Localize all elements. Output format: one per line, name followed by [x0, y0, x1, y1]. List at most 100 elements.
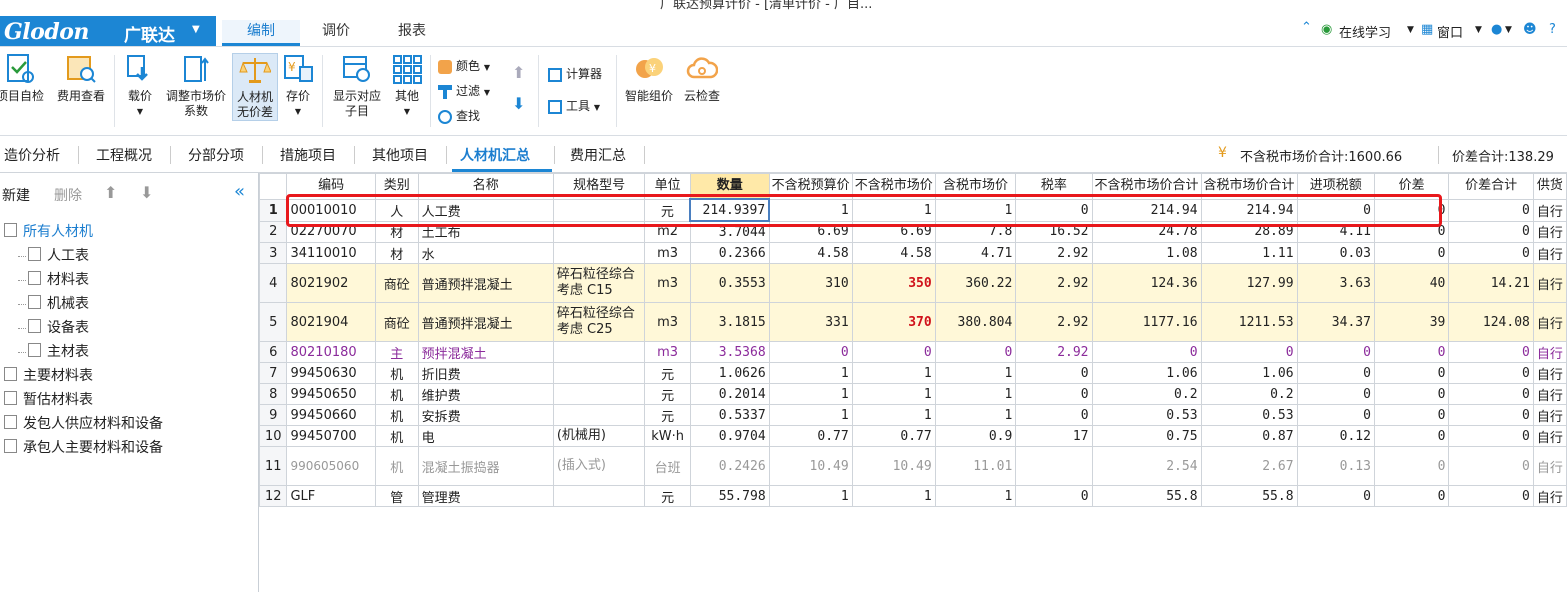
cell-unit[interactable]: kW·h — [644, 425, 691, 447]
move-down-icon[interactable]: ⬇ — [140, 183, 153, 202]
cell-budget[interactable]: 331 — [768, 302, 853, 342]
cell-tax-market[interactable]: 1 — [934, 383, 1017, 405]
cell-tax-sum[interactable]: 1.11 — [1200, 242, 1298, 264]
cell-code[interactable]: 990605060 — [286, 446, 376, 486]
tree-item[interactable]: 材料表 — [18, 269, 89, 289]
cell-tax-market[interactable]: 7.8 — [934, 220, 1017, 243]
filter-button[interactable]: 过滤 ▼ — [438, 82, 490, 99]
cell-market-sum[interactable]: 124.36 — [1091, 263, 1202, 303]
collapse-panel-icon[interactable]: « — [234, 181, 245, 202]
cell-name[interactable]: 管理费 — [417, 485, 554, 507]
cell-diff[interactable]: 0 — [1373, 220, 1450, 243]
cell-market-sum[interactable]: 1.06 — [1091, 362, 1202, 384]
cell-qty[interactable]: 0.2014 — [689, 383, 770, 405]
cell-type[interactable]: 机 — [374, 404, 419, 426]
cell-rate[interactable]: 2.92 — [1015, 302, 1093, 342]
cell-budget[interactable]: 1 — [768, 404, 853, 426]
cell-tax-sum[interactable]: 2.67 — [1200, 446, 1298, 486]
cell-budget[interactable]: 0.77 — [768, 425, 853, 447]
cell-unit[interactable]: 元 — [644, 198, 691, 222]
header-tax-rate[interactable]: 税率 — [1015, 173, 1093, 200]
tab-other-items[interactable]: 其他项目 — [372, 145, 428, 165]
tab-sub-items[interactable]: 分部分项 — [188, 145, 244, 165]
cell-code[interactable]: 02270070 — [286, 220, 376, 243]
row-number[interactable]: 11 — [259, 446, 288, 486]
cell-name[interactable]: 维护费 — [417, 383, 554, 405]
cell-diff-sum[interactable]: 0 — [1448, 242, 1534, 264]
tree-item[interactable]: 主要材料表 — [4, 365, 93, 385]
cell-input-tax[interactable]: 0 — [1296, 404, 1375, 426]
cell-rate[interactable]: 2.92 — [1015, 242, 1093, 264]
cell-qty[interactable]: 3.7044 — [689, 220, 770, 243]
row-number[interactable]: 2 — [259, 220, 288, 243]
cell-code[interactable]: 8021902 — [286, 263, 376, 303]
cloud-check-button[interactable]: 云检查 — [680, 53, 724, 104]
cell-code[interactable]: 99450630 — [286, 362, 376, 384]
cell-supply[interactable]: 自行 — [1532, 362, 1567, 384]
cell-qty[interactable]: 55.798 — [689, 485, 770, 507]
arrow-up-icon[interactable]: ⬆ — [512, 63, 525, 82]
header-unit[interactable]: 单位 — [644, 173, 691, 200]
tree-item[interactable]: 主材表 — [18, 341, 89, 361]
load-price-button[interactable]: 载价 ▼ — [120, 53, 160, 119]
cell-name[interactable]: 安拆费 — [417, 404, 554, 426]
cell-rate[interactable]: 0 — [1015, 362, 1093, 384]
cell-diff-sum[interactable]: 0 — [1448, 404, 1534, 426]
cell-unit[interactable]: 台班 — [644, 446, 691, 486]
cell-name[interactable]: 水 — [417, 242, 554, 264]
cell-qty[interactable]: 3.5368 — [689, 341, 770, 363]
cell-name[interactable]: 电 — [417, 425, 554, 447]
cell-spec[interactable]: 碎石粒径综合考虑 C25 — [552, 302, 646, 342]
cell-budget[interactable]: 4.58 — [768, 242, 853, 264]
cell-type[interactable]: 材 — [374, 242, 419, 264]
cell-tax-sum[interactable]: 0.2 — [1200, 383, 1298, 405]
cell-qty[interactable]: 1.0626 — [689, 362, 770, 384]
cell-tax-market[interactable]: 1 — [934, 404, 1017, 426]
header-market-price[interactable]: 不含税市场价 — [851, 173, 936, 200]
fee-view-button[interactable]: 费用查看 — [54, 53, 108, 104]
tree-item[interactable]: 所有人材机 — [4, 221, 93, 241]
cell-code[interactable]: 99450650 — [286, 383, 376, 405]
cell-tax-market[interactable]: 380.804 — [934, 302, 1017, 342]
cell-input-tax[interactable]: 0 — [1296, 198, 1375, 222]
table-row[interactable]: 2 02270070 材土工布 m2 3.7044 6.69 6.69 7.8 16.52 24.… — [259, 220, 1567, 243]
cell-input-tax[interactable]: 0.13 — [1296, 446, 1375, 486]
tree-item[interactable]: 机械表 — [18, 293, 89, 313]
cell-budget[interactable]: 1 — [768, 362, 853, 384]
row-number[interactable]: 10 — [259, 425, 288, 447]
show-sub-item-button[interactable]: 显示对应 子目 — [328, 53, 386, 119]
cell-spec[interactable] — [552, 362, 646, 384]
header-diff-sum[interactable]: 价差合计 — [1448, 173, 1534, 200]
cell-market-sum[interactable]: 0.2 — [1091, 383, 1202, 405]
table-row[interactable]: 4 8021902 商砼 普通预拌混凝土 碎石粒径综合考虑 C15 m3 0.3553 310… — [259, 263, 1567, 303]
cell-code[interactable]: 99450660 — [286, 404, 376, 426]
cell-name[interactable]: 折旧费 — [417, 362, 554, 384]
cell-spec[interactable] — [552, 242, 646, 264]
cell-diff-sum[interactable]: 14.21 — [1448, 263, 1534, 303]
cell-code[interactable]: 8021904 — [286, 302, 376, 342]
cell-budget[interactable]: 0 — [768, 341, 853, 363]
cell-input-tax[interactable]: 0.03 — [1296, 242, 1375, 264]
cell-qty[interactable]: 0.3553 — [689, 263, 770, 303]
cell-name[interactable]: 土工布 — [417, 220, 554, 243]
cell-diff-sum[interactable]: 0 — [1448, 485, 1534, 507]
header-type[interactable]: 类别 — [374, 173, 419, 200]
cell-code[interactable]: GLF — [286, 485, 376, 507]
calculator-button[interactable]: 计算器 — [548, 65, 602, 82]
cell-tax-sum[interactable]: 55.8 — [1200, 485, 1298, 507]
tab-adjust-price[interactable]: 调价 — [306, 20, 366, 46]
table-row[interactable]: 6 80210180 主预拌混凝土 m3 3.5368 0 0 0 2.92 0 0 0 0 0 自行 — [259, 341, 1567, 363]
cell-market[interactable]: 4.58 — [851, 242, 936, 264]
save-price-button[interactable]: ¥ 存价 ▼ — [280, 53, 316, 119]
cell-type[interactable]: 机 — [374, 425, 419, 447]
cell-name[interactable]: 普通预拌混凝土 — [417, 302, 554, 342]
cell-diff-sum[interactable]: 0 — [1448, 220, 1534, 243]
cell-tax-market[interactable]: 0.9 — [934, 425, 1017, 447]
cell-tax-sum[interactable]: 1211.53 — [1200, 302, 1298, 342]
cell-market[interactable]: 1 — [851, 362, 936, 384]
new-button[interactable]: 新建 — [2, 185, 30, 205]
table-row[interactable]: 7 99450630 机折旧费元 1.0626 1 1 1 0 1.06 1.06 0 0 0 自行 — [259, 362, 1567, 384]
cell-input-tax[interactable]: 0 — [1296, 362, 1375, 384]
cell-diff-sum[interactable]: 124.08 — [1448, 302, 1534, 342]
cell-name[interactable]: 预拌混凝土 — [417, 341, 554, 363]
